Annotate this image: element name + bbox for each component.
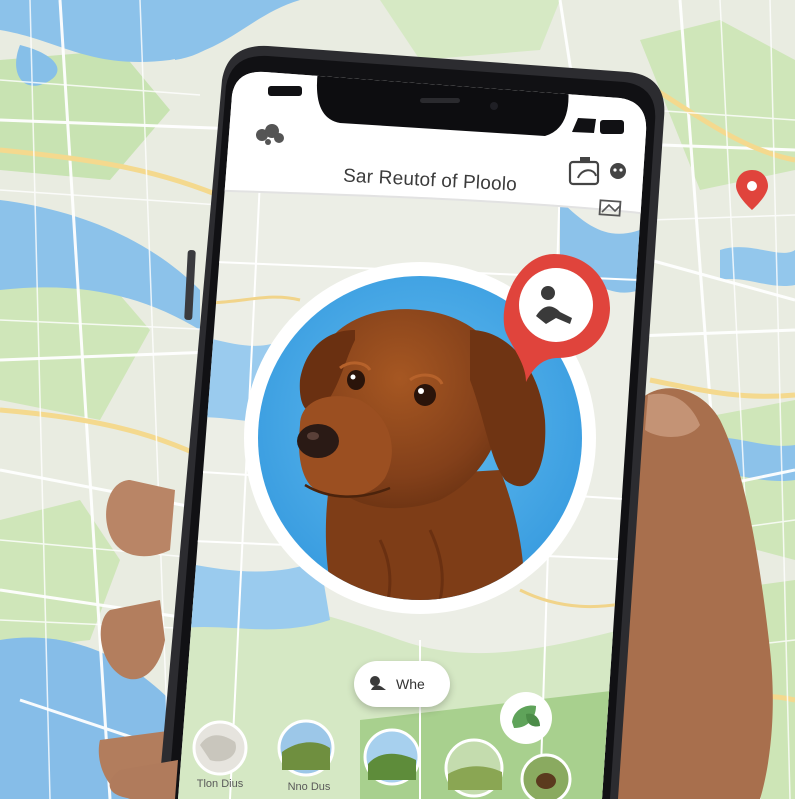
chat-bubble-icon[interactable] [610,163,626,179]
thumbnail-label: Tlon Dius [196,778,244,790]
thumbnail-5[interactable] [520,753,572,799]
dog-illustration [297,309,546,600]
thumbnail-1[interactable] [192,720,248,776]
thumbnail-2[interactable] [277,719,335,777]
leaf-fab-button[interactable] [500,692,552,744]
scene: Sar Reutof of Ploolo Whe Tlon Dius Nno D… [0,0,795,799]
thumbnail-4[interactable] [444,738,504,798]
pet-icon [370,676,386,690]
pet-filter-button[interactable]: Whe [354,661,450,707]
thumbnail-3[interactable] [363,728,421,786]
thumbnail-label: Nno Dus [287,781,331,793]
pet-filter-label: Whe [396,676,425,692]
